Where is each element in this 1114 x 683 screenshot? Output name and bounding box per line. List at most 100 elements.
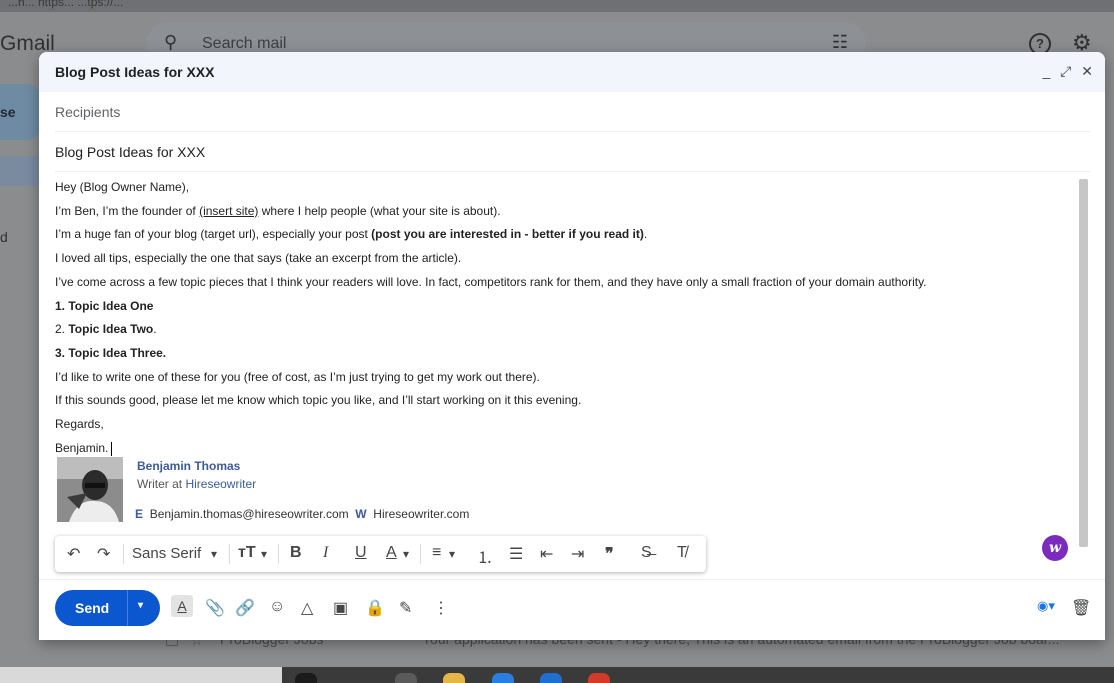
color-dropdown-arrow-icon[interactable]: ▾ — [403, 547, 409, 561]
toolbar-divider — [278, 544, 279, 564]
os-taskbar — [0, 667, 1114, 683]
minimize-icon[interactable]: _ — [1042, 63, 1050, 79]
discard-draft-icon[interactable]: 🗑 — [1071, 598, 1091, 618]
send-label: Send — [75, 600, 110, 616]
size-dropdown-arrow-icon[interactable]: ▾ — [261, 547, 267, 561]
bulleted-list-icon[interactable]: ☰ — [509, 544, 523, 564]
redo-icon[interactable]: ↷ — [97, 544, 110, 564]
body-line-offer: I’d like to write one of these for you (… — [55, 369, 540, 384]
topic-end: . — [153, 322, 157, 337]
fullscreen-icon[interactable]: ⤢ — [1060, 63, 1071, 79]
body-line-fan: I’m a huge fan of your blog (target url)… — [55, 223, 1065, 247]
recipients-field[interactable]: Recipients — [55, 92, 1090, 132]
web-label: W — [355, 507, 367, 521]
signature-email[interactable]: Benjamin.thomas@hireseowriter.com — [150, 507, 349, 521]
insert-site-link[interactable]: (insert site) — [199, 204, 258, 218]
undo-icon[interactable]: ↶ — [67, 544, 80, 564]
taskbar-search-icon[interactable] — [295, 673, 317, 683]
compose-title: Blog Post Ideas for XXX — [55, 64, 215, 80]
taskbar-store-icon[interactable] — [540, 673, 562, 683]
formatting-toolbar: ↶ ↷ Sans Serif ▾ тT ▾ B I U A ▾ ≡ ▾ ⒈ ☰ … — [55, 536, 706, 572]
taskbar-folder-icon[interactable] — [443, 673, 465, 683]
quote-icon[interactable]: ❞ — [605, 544, 614, 564]
taskbar-edge-icon[interactable] — [492, 673, 514, 683]
toolbar-divider — [229, 544, 230, 564]
filter-options-icon[interactable]: ☷ — [832, 32, 848, 53]
align-dropdown-arrow-icon[interactable]: ▾ — [449, 547, 455, 561]
signature-website[interactable]: Hireseowriter.com — [373, 507, 469, 521]
email-label: E — [135, 507, 144, 521]
send-divider — [127, 590, 128, 626]
subject-field[interactable]: Blog Post Ideas for XXX — [55, 132, 1090, 172]
compose-button[interactable]: se — [0, 84, 42, 140]
taskbar-chrome-icon[interactable] — [588, 673, 610, 683]
body-line-topics-intro: I’ve come across a few topic pieces that… — [55, 274, 927, 289]
remove-formatting-icon[interactable]: T̸ — [677, 544, 687, 562]
signature-company-link[interactable]: Hireseowriter — [185, 477, 256, 491]
address-text: ...h... https... ...tps://... — [8, 0, 124, 9]
signature-avatar — [57, 457, 123, 522]
sidebar-item-inbox[interactable] — [0, 156, 42, 186]
italic-button[interactable]: I — [323, 544, 328, 562]
emoji-icon[interactable]: ☺ — [269, 598, 285, 616]
font-family-select[interactable]: Sans Serif — [132, 545, 201, 562]
body-scrollbar[interactable] — [1079, 179, 1088, 547]
avatar-image — [57, 457, 123, 522]
send-options-arrow-icon[interactable]: ▾ — [138, 600, 143, 611]
attach-file-icon[interactable]: 📎 — [205, 598, 225, 618]
compose-window: Blog Post Ideas for XXX _ ⤢ ✕ Recipients… — [39, 52, 1105, 640]
numbered-list-icon[interactable]: ⒈ — [477, 544, 493, 568]
signature-role: Writer at Hireseowriter — [137, 477, 256, 491]
ai-assist-icon[interactable]: ◉▾ — [1037, 598, 1055, 614]
font-size-icon[interactable]: тT — [238, 544, 256, 562]
window-controls: _ ⤢ ✕ — [1036, 63, 1093, 80]
text-color-button[interactable]: A — [386, 544, 397, 562]
bold-button[interactable]: B — [290, 544, 302, 562]
formatting-options-icon[interactable]: A — [171, 595, 193, 617]
compose-label-fragment: se — [0, 104, 16, 120]
more-options-icon[interactable]: ⋮ — [433, 598, 449, 618]
topic-item-2: 2. Topic Idea Two. — [55, 318, 1065, 342]
signoff-text: Benjamin. — [55, 440, 109, 455]
extension-badge-icon[interactable]: w — [1042, 535, 1068, 561]
topic-text: 1. Topic Idea One — [55, 298, 154, 313]
indent-less-icon[interactable]: ⇤ — [540, 544, 553, 564]
topic-text: 3. Topic Idea Three. — [55, 345, 167, 360]
underline-button[interactable]: U — [355, 544, 367, 562]
taskbar-search-area[interactable] — [0, 667, 282, 683]
body-regards: Regards, — [55, 417, 104, 432]
confidential-mode-icon[interactable]: 🔒 — [365, 598, 385, 618]
signature-name: Benjamin Thomas — [137, 459, 241, 473]
font-dropdown-arrow-icon[interactable]: ▾ — [211, 547, 217, 561]
insert-photo-icon[interactable]: ▣ — [333, 598, 348, 618]
signature-contact: E Benjamin.thomas@hireseowriter.com W Hi… — [135, 507, 469, 521]
body-text: I’m Ben, I’m the founder of — [55, 203, 200, 218]
topic-item-1: 1. Topic Idea One — [55, 295, 1065, 319]
body-greeting: Hey (Blog Owner Name), — [55, 180, 190, 194]
text-cursor — [111, 441, 113, 456]
subject-value: Blog Post Ideas for XXX — [55, 144, 206, 160]
close-icon[interactable]: ✕ — [1081, 63, 1093, 79]
search-icon[interactable]: ⚲ — [164, 32, 177, 53]
body-line-tips: I loved all tips, especially the one tha… — [55, 251, 462, 266]
body-text: I’m a huge fan of your blog (target url)… — [55, 227, 372, 242]
send-button[interactable]: Send ▾ — [55, 590, 160, 626]
insert-link-icon[interactable]: 🔗 — [235, 598, 255, 618]
topic-text: Topic Idea Two — [68, 322, 154, 337]
body-line-closing: If this sounds good, please let me know … — [55, 393, 582, 408]
topic-item-3: 3. Topic Idea Three. — [55, 342, 1065, 366]
sidebar-label-fragment: d — [0, 229, 8, 245]
recipients-placeholder: Recipients — [55, 104, 121, 120]
google-drive-icon[interactable]: △ — [301, 598, 313, 618]
compose-header[interactable]: Blog Post Ideas for XXX _ ⤢ ✕ — [39, 52, 1105, 92]
compose-actions-bar: Send ▾ A 📎 🔗 ☺ △ ▣ 🔒 ✎ ⋮ ◉▾ 🗑 — [39, 588, 1105, 628]
body-text: where I help people (what your site is a… — [258, 203, 501, 218]
indent-more-icon[interactable]: ⇥ — [571, 544, 584, 564]
search-input[interactable]: Search mail — [202, 35, 286, 53]
email-signature: Benjamin Thomas Writer at Hireseowriter … — [57, 457, 657, 527]
body-bold-text: (post you are interested in - better if … — [371, 227, 644, 242]
taskbar-taskview-icon[interactable] — [395, 673, 417, 683]
align-icon[interactable]: ≡ — [432, 544, 441, 562]
strikethrough-icon[interactable]: S̶ — [641, 544, 652, 562]
signature-pen-icon[interactable]: ✎ — [399, 598, 412, 618]
